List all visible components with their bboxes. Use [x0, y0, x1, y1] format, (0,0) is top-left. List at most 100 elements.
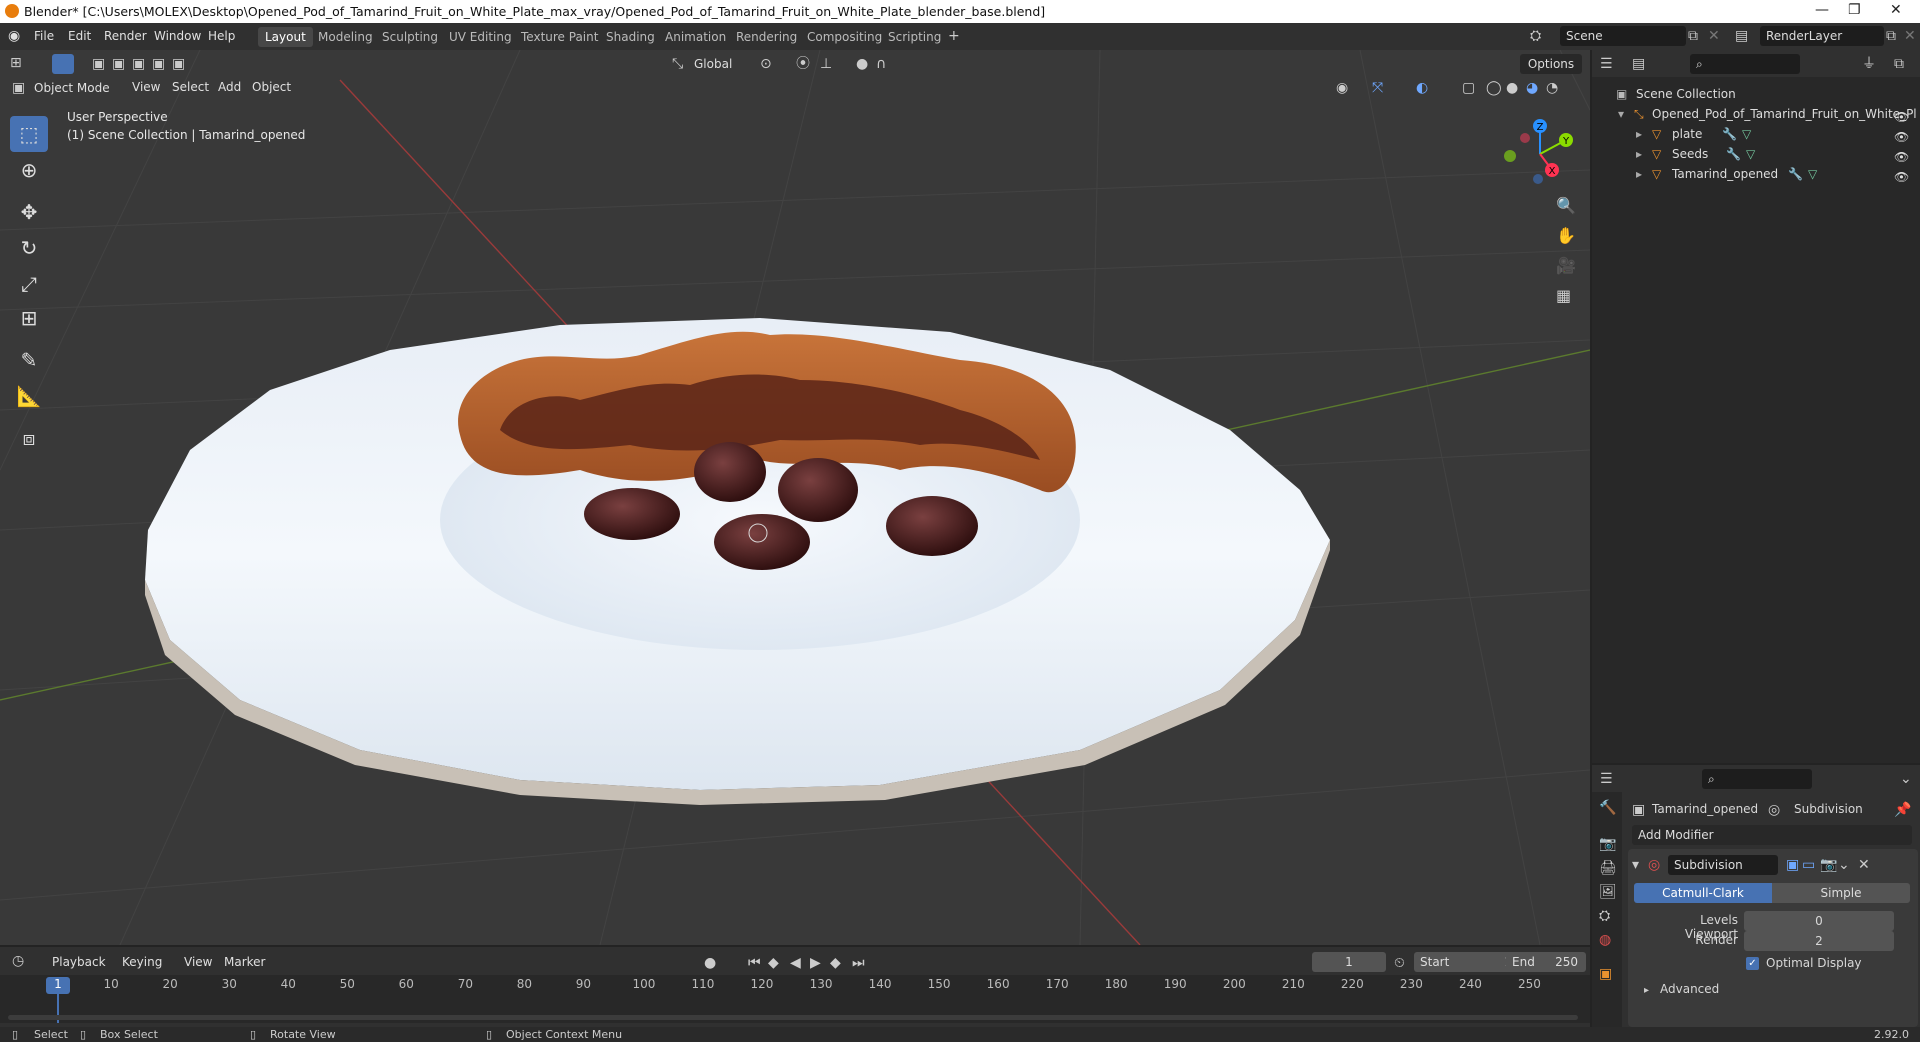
collapse-arrow-icon[interactable]: ▾ [1632, 857, 1639, 873]
close-icon[interactable]: ✕ [1890, 2, 1902, 18]
collapse-arrow-icon[interactable]: ▸ [1636, 164, 1642, 184]
proportional-edit-icon[interactable]: ● [856, 56, 868, 72]
editor-type-icon[interactable]: ⊞ [10, 55, 22, 71]
xray-icon[interactable]: ▢ [1462, 80, 1475, 96]
simple-button[interactable]: Simple [1772, 883, 1910, 903]
select-mode-extend-icon[interactable]: ▣ [112, 56, 125, 72]
annotate-tool-icon[interactable]: ✎ [10, 342, 48, 378]
outliner-row-seeds[interactable]: ▸ ▽ Seeds 🔧 ▽ 👁 [1592, 144, 1920, 164]
timeline-menu-playback[interactable]: Playback [52, 955, 106, 969]
next-keyframe-icon[interactable]: ◆ [830, 955, 841, 971]
select-box-tool-icon[interactable]: ⬚ [10, 116, 48, 152]
menu-render[interactable]: Render [104, 29, 147, 43]
ortho-grid-icon[interactable]: ▦ [1556, 288, 1571, 304]
tab-texture-paint[interactable]: Texture Paint [514, 27, 605, 47]
modifier-name-field[interactable]: Subdivision [1668, 855, 1778, 875]
wireframe-shading-icon[interactable]: ◯ [1486, 80, 1502, 96]
options-button[interactable]: Options [1520, 54, 1582, 74]
render-layer-field[interactable]: RenderLayer [1760, 26, 1884, 46]
collapse-arrow-icon[interactable]: ▸ [1644, 983, 1649, 999]
outliner-row-tamarind-opened[interactable]: ▸ ▽ Tamarind_opened 🔧 ▽ 👁 [1592, 164, 1920, 184]
view-layer-tab-icon[interactable]: 🖼 [1599, 884, 1617, 900]
properties-editor-icon[interactable]: ☰ [1600, 771, 1613, 787]
select-mode-new-icon[interactable]: ▣ [92, 56, 105, 72]
play-reverse-icon[interactable]: ◀ [790, 955, 801, 971]
tab-animation[interactable]: Animation [658, 27, 733, 47]
material-shading-icon[interactable]: ◕ [1526, 80, 1538, 96]
chevron-down-icon[interactable]: ⌄ [1838, 857, 1850, 873]
chevron-down-icon[interactable]: ⌄ [1900, 771, 1912, 787]
move-tool-icon[interactable]: ✥ [10, 194, 48, 230]
timeline-scrollbar[interactable] [8, 1015, 1578, 1020]
transform-tool-icon[interactable]: ⊞ [10, 300, 48, 336]
solid-shading-icon[interactable]: ● [1506, 80, 1518, 96]
select-tool-button[interactable] [52, 54, 74, 74]
outliner-row-scene-collection[interactable]: ▣ Scene Collection [1592, 84, 1920, 104]
pin-icon[interactable]: 📌 [1894, 802, 1911, 818]
expand-arrow-icon[interactable]: ▾ [1618, 104, 1624, 124]
output-tab-icon[interactable]: 🖨 [1599, 860, 1617, 876]
select-mode-invert-icon[interactable]: ▣ [152, 56, 165, 72]
scene-field[interactable]: Scene [1560, 26, 1686, 46]
scene-icon[interactable]: ⛭ [1530, 28, 1541, 44]
filter-icon[interactable]: ⏚ [1862, 56, 1876, 72]
snap-icon[interactable]: ⦿ [796, 56, 810, 72]
add-modifier-dropdown[interactable]: Add Modifier [1632, 825, 1912, 845]
viewport-toggle-icon[interactable]: ▭ [1802, 857, 1815, 873]
delete-layer-icon[interactable]: ✕ [1904, 28, 1916, 44]
tab-uv-editing[interactable]: UV Editing [442, 27, 519, 47]
optimal-display-checkbox[interactable]: ✓ [1746, 957, 1759, 970]
record-icon[interactable]: ● [704, 955, 716, 971]
timeline-editor-icon[interactable]: ◷ [12, 953, 24, 969]
tab-sculpting[interactable]: Sculpting [375, 27, 445, 47]
object-tab-icon[interactable]: ▣ [1599, 966, 1612, 982]
properties-search-input[interactable]: ⌕ [1702, 769, 1812, 789]
eye-icon[interactable]: 👁 [1894, 147, 1909, 164]
snap-target-icon[interactable]: ⊥ [820, 56, 832, 72]
tab-layout[interactable]: Layout [258, 27, 313, 47]
render-levels-field[interactable]: 2 [1744, 931, 1894, 951]
timeline-menu-marker[interactable]: Marker [224, 955, 265, 969]
measure-tool-icon[interactable]: 📐 [10, 378, 48, 414]
tab-modeling[interactable]: Modeling [311, 27, 380, 47]
end-frame-field[interactable]: End 250 [1506, 952, 1586, 972]
render-toggle-icon[interactable]: 📷 [1820, 857, 1837, 873]
eye-icon[interactable]: 👁 [1894, 167, 1909, 184]
new-scene-icon[interactable]: ⧉ [1688, 28, 1698, 44]
render-tab-icon[interactable]: 📷 [1599, 836, 1616, 852]
catmull-clark-button[interactable]: Catmull-Clark [1634, 883, 1772, 903]
menu-file[interactable]: File [34, 29, 54, 43]
overlays-icon[interactable]: ◐ [1416, 80, 1428, 96]
add-cube-tool-icon[interactable]: ⧈ [10, 420, 48, 456]
play-icon[interactable]: ▶ [810, 955, 821, 971]
scale-tool-icon[interactable]: ⤢ [10, 266, 48, 302]
tab-shading[interactable]: Shading [599, 27, 662, 47]
camera-view-icon[interactable]: 🎥 [1556, 258, 1576, 274]
tab-rendering[interactable]: Rendering [729, 27, 804, 47]
timeline-menu-keying[interactable]: Keying [122, 955, 162, 969]
edit-mode-toggle-icon[interactable]: ▣ [1786, 857, 1799, 873]
start-frame-field[interactable]: Start1 [1414, 952, 1520, 972]
maximize-icon[interactable]: ❐ [1848, 2, 1861, 18]
viewport-menu-add[interactable]: Add [218, 80, 241, 94]
pivot-point-icon[interactable]: ⊙ [760, 56, 772, 72]
eye-icon[interactable]: 👁 [1894, 107, 1909, 124]
falloff-icon[interactable]: ∩ [876, 56, 886, 72]
gizmo-toggle-icon[interactable]: ⤧ [1372, 80, 1383, 96]
advanced-section[interactable]: Advanced [1660, 982, 1719, 996]
delete-scene-icon[interactable]: ✕ [1708, 28, 1720, 44]
levels-viewport-field[interactable]: 0 [1744, 911, 1894, 931]
zoom-icon[interactable]: 🔍 [1556, 198, 1576, 214]
outliner-search-input[interactable]: ⌕ [1690, 54, 1800, 74]
orientation-dropdown[interactable]: Global [688, 54, 748, 74]
new-layer-icon[interactable]: ⧉ [1886, 28, 1896, 44]
outliner-editor-icon[interactable]: ☰ [1600, 56, 1613, 72]
outliner-row-collection[interactable]: ▾ ⤡ Opened_Pod_of_Tamarind_Fruit_on_Whit… [1592, 104, 1920, 124]
minimize-icon[interactable]: — [1815, 2, 1829, 18]
transform-orientation-icon[interactable]: ⤡ [672, 56, 683, 72]
rotate-tool-icon[interactable]: ↻ [10, 230, 48, 266]
blender-menu-icon[interactable]: ◉ [8, 28, 20, 44]
pan-hand-icon[interactable]: ✋ [1556, 228, 1576, 244]
close-icon[interactable]: ✕ [1858, 857, 1870, 873]
rendered-shading-icon[interactable]: ◔ [1546, 80, 1558, 96]
